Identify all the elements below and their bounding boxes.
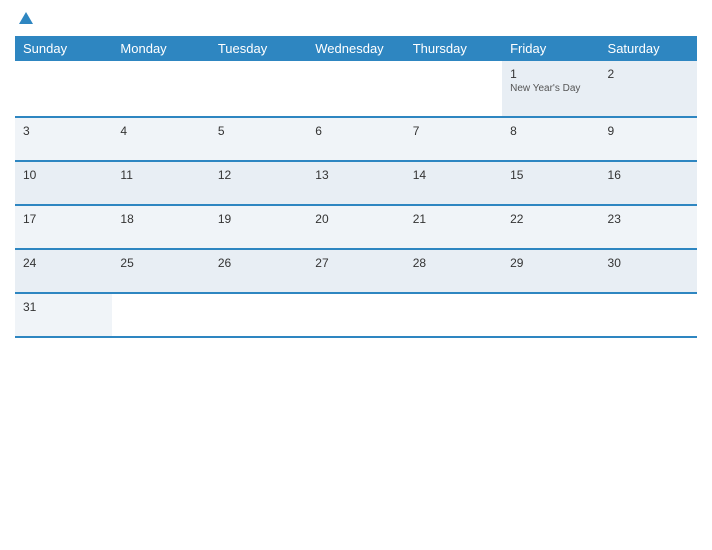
calendar-cell [405, 61, 502, 117]
week-row-4: 24 25 26 27 28 29 30 [15, 249, 697, 293]
day-number: 18 [120, 212, 201, 226]
calendar-cell: 6 [307, 117, 404, 161]
day-number: 25 [120, 256, 201, 270]
day-number: 16 [608, 168, 689, 182]
header-sunday: Sunday [15, 36, 112, 61]
day-number: 11 [120, 168, 201, 182]
day-number: 5 [218, 124, 299, 138]
day-number: 2 [608, 67, 689, 81]
calendar-cell: 23 [600, 205, 697, 249]
calendar-cell: 25 [112, 249, 209, 293]
calendar-cell: 5 [210, 117, 307, 161]
calendar-container: Sunday Monday Tuesday Wednesday Thursday… [0, 0, 712, 550]
calendar-cell [210, 61, 307, 117]
calendar-cell: 8 [502, 117, 599, 161]
week-row-5: 31 [15, 293, 697, 337]
header-thursday: Thursday [405, 36, 502, 61]
day-number: 9 [608, 124, 689, 138]
calendar-cell: 13 [307, 161, 404, 205]
day-number: 12 [218, 168, 299, 182]
calendar-cell: 16 [600, 161, 697, 205]
day-number: 15 [510, 168, 591, 182]
calendar-cell: 22 [502, 205, 599, 249]
calendar-cell [307, 61, 404, 117]
header-friday: Friday [502, 36, 599, 61]
header-tuesday: Tuesday [210, 36, 307, 61]
day-number: 30 [608, 256, 689, 270]
calendar-cell: 26 [210, 249, 307, 293]
weekday-header-row: Sunday Monday Tuesday Wednesday Thursday… [15, 36, 697, 61]
header-monday: Monday [112, 36, 209, 61]
day-number: 27 [315, 256, 396, 270]
day-number: 14 [413, 168, 494, 182]
logo-icon [17, 10, 35, 28]
calendar-cell: 27 [307, 249, 404, 293]
calendar-cell [502, 293, 599, 337]
day-number: 6 [315, 124, 396, 138]
week-row-1: 3 4 5 6 7 8 9 [15, 117, 697, 161]
day-number: 26 [218, 256, 299, 270]
calendar-cell: 31 [15, 293, 112, 337]
day-number: 29 [510, 256, 591, 270]
calendar-cell [307, 293, 404, 337]
calendar-cell: 7 [405, 117, 502, 161]
day-number: 4 [120, 124, 201, 138]
header-saturday: Saturday [600, 36, 697, 61]
calendar-cell: 11 [112, 161, 209, 205]
day-number: 21 [413, 212, 494, 226]
header-wednesday: Wednesday [307, 36, 404, 61]
week-row-3: 17 18 19 20 21 22 23 [15, 205, 697, 249]
logo [15, 10, 37, 28]
week-row-2: 10 11 12 13 14 15 16 [15, 161, 697, 205]
day-number: 23 [608, 212, 689, 226]
calendar-cell: 14 [405, 161, 502, 205]
day-number: 13 [315, 168, 396, 182]
calendar-cell [600, 293, 697, 337]
calendar-cell: 21 [405, 205, 502, 249]
day-number: 28 [413, 256, 494, 270]
calendar-cell: 9 [600, 117, 697, 161]
calendar-body: 1New Year's Day2345678910111213141516171… [15, 61, 697, 337]
calendar-cell: 18 [112, 205, 209, 249]
day-number: 19 [218, 212, 299, 226]
calendar-header [15, 10, 697, 28]
day-number: 31 [23, 300, 104, 314]
day-number: 17 [23, 212, 104, 226]
day-number: 10 [23, 168, 104, 182]
day-number: 7 [413, 124, 494, 138]
calendar-cell: 24 [15, 249, 112, 293]
calendar-cell [15, 61, 112, 117]
calendar-cell: 3 [15, 117, 112, 161]
day-number: 24 [23, 256, 104, 270]
calendar-cell: 17 [15, 205, 112, 249]
calendar-cell: 12 [210, 161, 307, 205]
day-number: 3 [23, 124, 104, 138]
day-number: 8 [510, 124, 591, 138]
calendar-cell: 30 [600, 249, 697, 293]
calendar-cell: 20 [307, 205, 404, 249]
calendar-cell: 19 [210, 205, 307, 249]
week-row-0: 1 New Year's Day 2 [15, 61, 697, 117]
calendar-cell: 15 [502, 161, 599, 205]
holiday-label: New Year's Day [510, 83, 591, 94]
calendar-table: Sunday Monday Tuesday Wednesday Thursday… [15, 36, 697, 338]
day-number: 1 [510, 67, 591, 81]
calendar-cell: 1 New Year's Day [502, 61, 599, 117]
calendar-cell: 28 [405, 249, 502, 293]
calendar-cell [210, 293, 307, 337]
calendar-cell [405, 293, 502, 337]
calendar-cell: 10 [15, 161, 112, 205]
day-number: 20 [315, 212, 396, 226]
calendar-cell: 29 [502, 249, 599, 293]
calendar-cell: 4 [112, 117, 209, 161]
calendar-cell [112, 293, 209, 337]
day-number: 22 [510, 212, 591, 226]
calendar-cell [112, 61, 209, 117]
calendar-cell: 2 [600, 61, 697, 117]
